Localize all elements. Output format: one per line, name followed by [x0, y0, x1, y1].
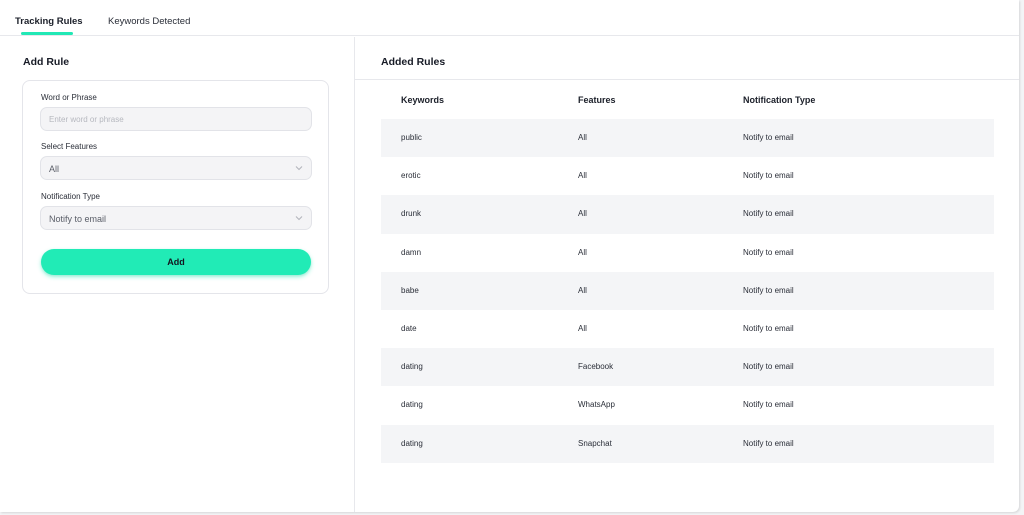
word-or-phrase-label: Word or Phrase	[41, 93, 97, 102]
features-cell: All	[578, 171, 587, 181]
features-select-value: All	[49, 164, 60, 174]
table-row: public All Notify to email	[381, 119, 994, 158]
notification-cell: Notify to email	[743, 323, 794, 333]
chevron-down-icon	[295, 166, 303, 171]
features-cell: WhatsApp	[578, 400, 615, 410]
tab-bar: Tracking Rules Keywords Detected	[0, 0, 1019, 36]
notification-cell: Notify to email	[743, 438, 794, 448]
keyword-cell: dating	[401, 400, 423, 410]
active-tab-indicator	[21, 32, 73, 35]
features-cell: All	[578, 133, 587, 142]
keyword-cell: dating	[401, 362, 423, 372]
features-cell: Facebook	[578, 362, 614, 372]
features-cell: All	[578, 209, 587, 219]
notification-cell: Notify to email	[743, 400, 794, 410]
table-row: date All Notify to email	[381, 310, 994, 348]
add-rule-title: Add Rule	[23, 56, 70, 68]
keyword-cell: dating	[401, 438, 423, 448]
notification-cell: Notify to email	[743, 285, 794, 295]
chevron-down-icon	[295, 216, 303, 221]
table-row: dating Snapchat Notify to email	[381, 424, 994, 463]
keyword-cell: drunk	[401, 209, 422, 219]
added-rules-divider	[355, 79, 1019, 80]
features-cell: Snapchat	[578, 438, 612, 448]
notification-cell: Notify to email	[743, 247, 794, 257]
table-body: public All Notify to email erotic All Notify …	[381, 119, 994, 463]
add-rule-panel: Add Rule Word or Phrase Select Features …	[0, 37, 355, 512]
column-header-keywords: Keywords	[401, 95, 445, 105]
added-rules-title: Added Rules	[381, 56, 446, 68]
notification-select-value: Notify to email	[49, 214, 107, 224]
notification-cell: Notify to email	[743, 209, 794, 219]
notification-cell: Notify to email	[743, 133, 794, 142]
keyword-cell: babe	[401, 285, 419, 295]
features-select[interactable]: All	[40, 156, 312, 180]
add-rule-form: Word or Phrase Select Features All Notif…	[22, 80, 329, 294]
table-row: drunk All Notify to email	[381, 195, 994, 234]
features-cell: All	[578, 247, 587, 257]
features-cell: All	[578, 323, 587, 333]
keyword-cell: public	[401, 133, 422, 142]
add-rule-button[interactable]: Add	[41, 249, 311, 275]
column-header-notification-type: Notification Type	[743, 95, 816, 105]
keyword-cell: erotic	[401, 171, 421, 181]
table-header: Keywords Features Notification Type	[381, 81, 994, 119]
keyword-cell: date	[401, 323, 417, 333]
tab-tracking-rules[interactable]: Tracking Rules	[15, 16, 83, 27]
table-row: dating Facebook Notify to email	[381, 348, 994, 387]
notification-type-select[interactable]: Notify to email	[40, 206, 312, 230]
app-window: Tracking Rules Keywords Detected Add Rul…	[0, 0, 1019, 512]
notification-cell: Notify to email	[743, 362, 794, 372]
notification-cell: Notify to email	[743, 171, 794, 181]
keyword-cell: damn	[401, 247, 422, 257]
notification-type-label: Notification Type	[41, 192, 100, 201]
column-header-features: Features	[578, 95, 616, 105]
tab-keywords-detected[interactable]: Keywords Detected	[108, 16, 190, 27]
table-row: damn All Notify to email	[381, 234, 994, 272]
features-cell: All	[578, 285, 587, 295]
table-row: dating WhatsApp Notify to email	[381, 386, 994, 424]
word-or-phrase-input[interactable]	[40, 107, 312, 131]
table-row: erotic All Notify to email	[381, 157, 994, 195]
select-features-label: Select Features	[41, 142, 98, 151]
table-row: babe All Notify to email	[381, 271, 994, 310]
rules-table: Keywords Features Notification Type publ…	[381, 81, 994, 463]
